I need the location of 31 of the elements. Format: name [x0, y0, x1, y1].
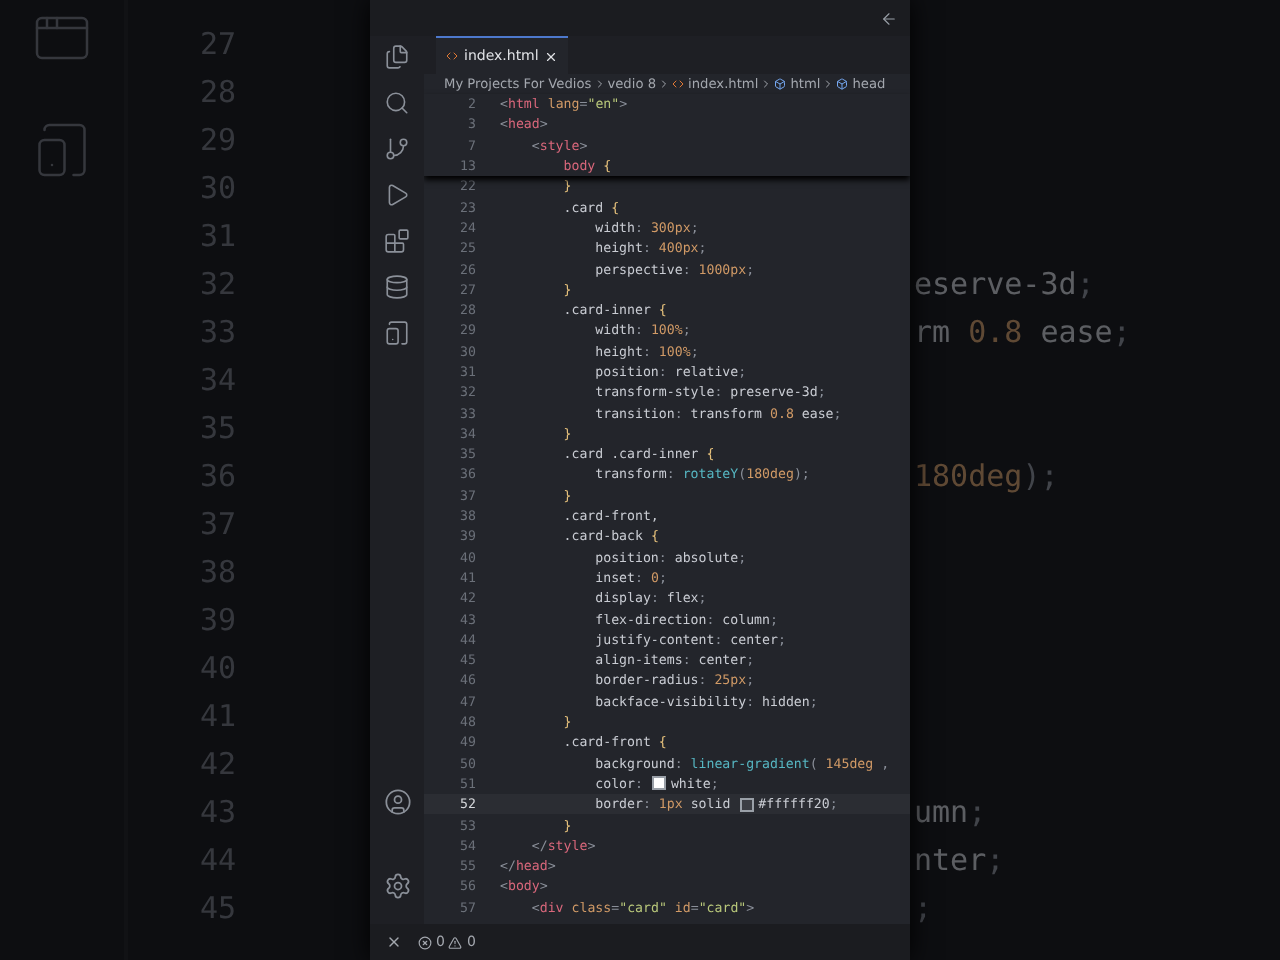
extensions-icon[interactable]	[384, 228, 410, 254]
tablet-icon	[32, 120, 92, 180]
cube-icon	[774, 78, 787, 90]
chevron-icon	[822, 78, 835, 90]
database-icon[interactable]	[384, 274, 410, 300]
settings-icon[interactable]	[383, 872, 411, 900]
code-text: nter;	[914, 842, 1007, 878]
code-file-icon	[446, 50, 458, 62]
code-text: eserve-3d;	[914, 266, 1097, 302]
error-icon	[418, 935, 432, 949]
cube-icon	[836, 78, 849, 90]
color-swatch-icon[interactable]	[652, 776, 667, 791]
chevron-icon	[658, 78, 671, 90]
code-text: umn;	[914, 794, 989, 830]
close-icon[interactable]	[544, 49, 559, 63]
code-text: 180deg);	[914, 458, 1061, 494]
play-icon[interactable]	[384, 182, 410, 208]
code-text: ;	[914, 890, 935, 926]
files-icon[interactable]	[384, 44, 410, 70]
back-arrow-icon[interactable]	[880, 9, 898, 27]
branch-icon[interactable]	[384, 136, 410, 162]
remote-icon[interactable]	[386, 934, 402, 950]
code-file-icon	[672, 78, 685, 90]
chevron-icon	[593, 78, 606, 90]
code-text: rm 0.8 ease;	[914, 314, 1133, 350]
color-swatch-icon[interactable]	[740, 797, 755, 812]
tablet-icon[interactable]	[384, 320, 410, 346]
chevron-icon	[760, 78, 773, 90]
search-icon[interactable]	[384, 90, 410, 116]
account-icon[interactable]	[383, 788, 411, 816]
warning-icon	[448, 935, 463, 949]
